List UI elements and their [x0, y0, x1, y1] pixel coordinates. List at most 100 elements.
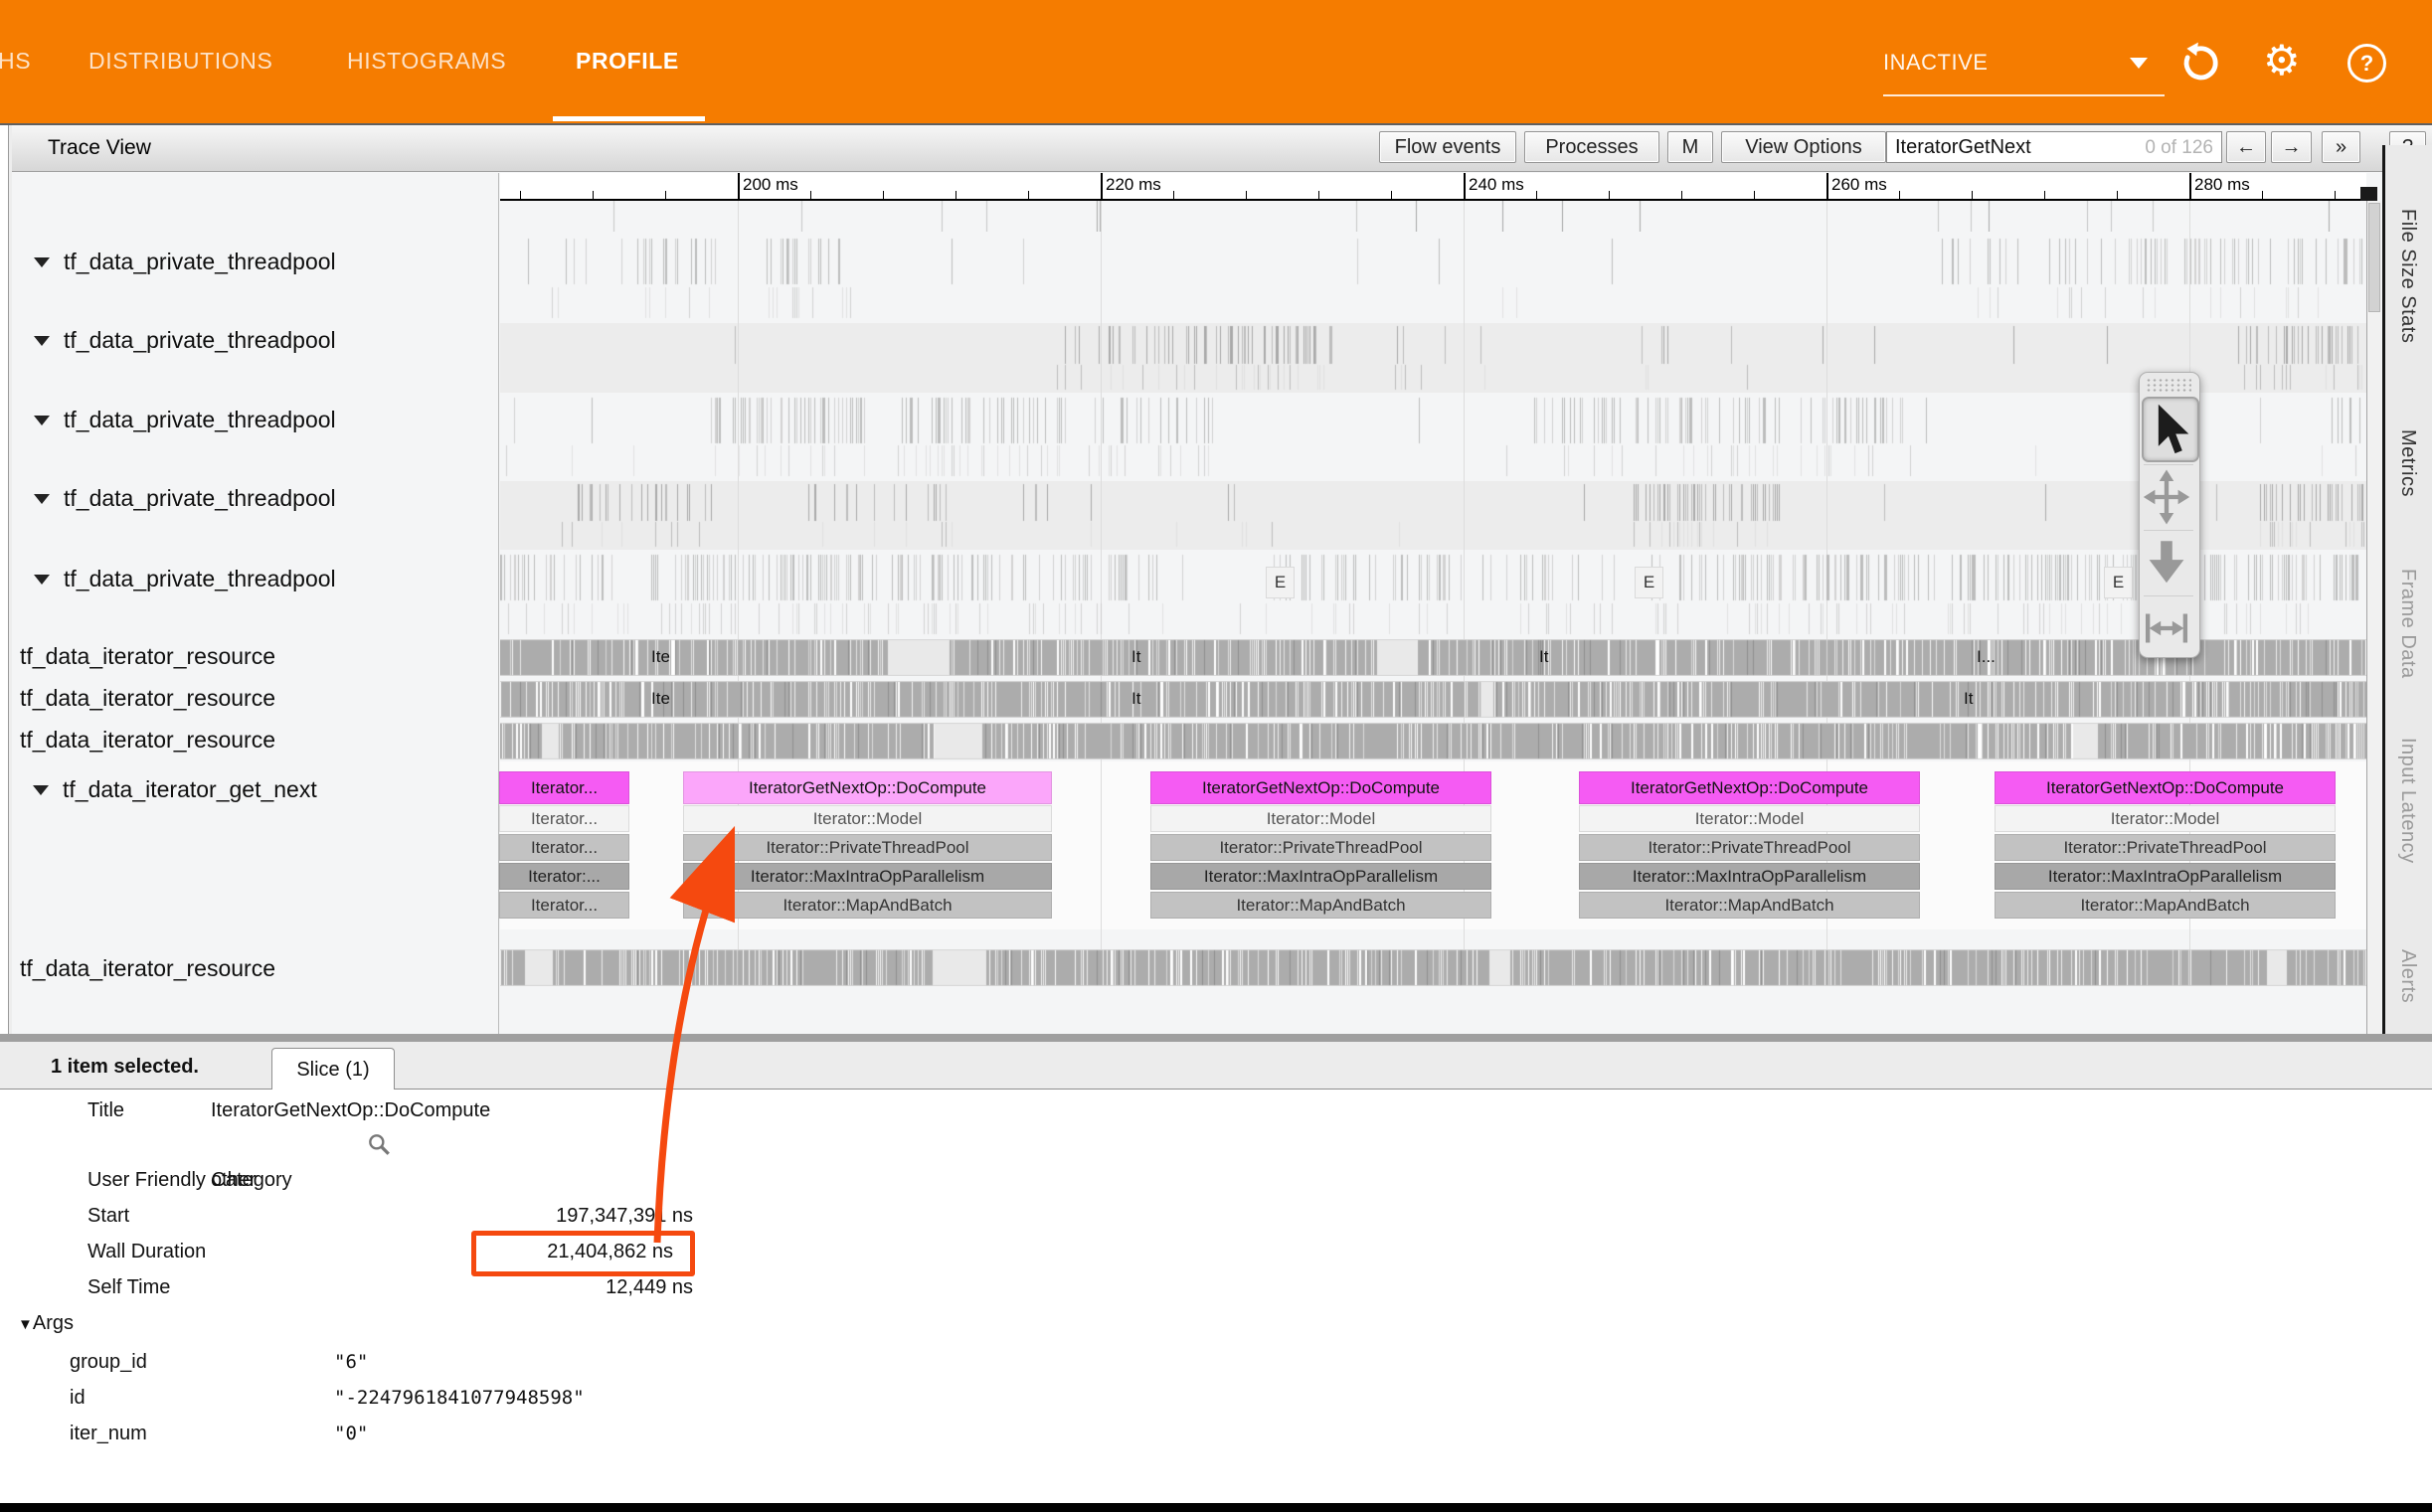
track-name-tf_data_private_threadpool[interactable]: tf_data_private_threadpool [34, 485, 336, 512]
dense-event-track[interactable] [500, 681, 2366, 718]
slice-do-compute[interactable]: Iterator... [499, 771, 629, 804]
slice-label: Iterator::PrivateThreadPool [766, 838, 968, 857]
tab-graphs[interactable]: HS [0, 48, 31, 75]
tab-distributions[interactable]: DISTRIBUTIONS [88, 48, 272, 75]
track-name-tf_data_private_threadpool[interactable]: tf_data_private_threadpool [34, 327, 336, 354]
collapse-triangle-icon[interactable] [34, 575, 50, 585]
magnifier-icon[interactable] [366, 1131, 392, 1157]
track-name-tf_data_iterator_resource[interactable]: tf_data_iterator_resource [20, 643, 275, 670]
slice-nested[interactable]: Iterator::MapAndBatch [683, 892, 1052, 919]
processes-button[interactable]: Processes [1524, 131, 1659, 163]
view-options-button[interactable]: View Options [1721, 131, 1886, 163]
run-selector[interactable]: INACTIVE [1883, 50, 1988, 76]
track-name-tf_data_iterator_get_next[interactable]: tf_data_iterator_get_next [33, 776, 317, 803]
async-event-marker[interactable]: E [1635, 567, 1663, 598]
timeline-ruler[interactable]: 200 ms220 ms240 ms260 ms280 ms [500, 173, 2366, 201]
select-tool-button[interactable] [2142, 397, 2199, 462]
async-event-marker[interactable]: E [1266, 567, 1295, 598]
slice-nested[interactable]: Iterator::MaxIntraOpParallelism [1995, 863, 2336, 890]
slice-nested[interactable]: Iterator::PrivateThreadPool [1150, 834, 1491, 861]
event-tick-track[interactable] [500, 395, 2366, 479]
slice-nested[interactable]: Iterator::MaxIntraOpParallelism [1150, 863, 1491, 890]
slice-tab[interactable]: Slice (1) [271, 1048, 395, 1091]
vertical-scrollbar[interactable] [2366, 201, 2381, 1034]
slice-nested[interactable]: Iterator::MaxIntraOpParallelism [683, 863, 1052, 890]
event-tick-track[interactable] [500, 481, 2366, 550]
search-input[interactable]: IteratorGetNext 0 of 126 [1886, 131, 2222, 163]
tab-input-latency[interactable]: Input Latency [2396, 738, 2419, 864]
collapse-triangle-icon[interactable] [34, 494, 50, 504]
tab-frame-data[interactable]: Frame Data [2396, 569, 2419, 679]
collapse-triangle-icon[interactable] [34, 257, 50, 267]
help-icon[interactable]: ? [2347, 44, 2386, 83]
slice-do-compute[interactable]: IteratorGetNextOp::DoCompute [1579, 771, 1920, 804]
ruler-minor-tick [810, 191, 811, 199]
ruler-major-tick [738, 173, 740, 199]
find-prev-button[interactable]: ← [2226, 131, 2266, 163]
ruler-tick-label: 280 ms [2194, 175, 2250, 195]
event-tick-track[interactable] [500, 552, 2366, 637]
refresh-icon[interactable] [2177, 40, 2223, 85]
zoom-tool-button[interactable] [2142, 534, 2195, 595]
find-next-button[interactable]: → [2271, 131, 2312, 163]
pan-tool-button[interactable] [2142, 468, 2195, 530]
ruler-minor-tick [1681, 191, 1682, 199]
palette-drag-handle[interactable] [2146, 378, 2191, 394]
vertical-scrollbar-thumb[interactable] [2368, 203, 2380, 312]
slice-nested[interactable]: Iterator::MaxIntraOpParallelism [1579, 863, 1920, 890]
slice-nested[interactable]: Iterator... [499, 834, 629, 861]
dense-event-track[interactable] [500, 639, 2366, 676]
active-tab-underline [553, 116, 705, 121]
m-button[interactable]: M [1667, 131, 1713, 163]
track-name-tf_data_iterator_resource[interactable]: tf_data_iterator_resource [20, 685, 275, 712]
tab-file-size-stats[interactable]: File Size Stats [2396, 209, 2419, 343]
slice-nested[interactable]: Iterator::PrivateThreadPool [683, 834, 1052, 861]
slice-nested[interactable]: Iterator::MapAndBatch [1995, 892, 2336, 919]
details-divider[interactable] [0, 1034, 2432, 1042]
tab-histograms[interactable]: HISTOGRAMS [347, 48, 506, 75]
event-tick-track[interactable] [500, 236, 2366, 321]
slice-nested[interactable]: Iterator::PrivateThreadPool [1579, 834, 1920, 861]
dense-event-track[interactable] [500, 949, 2366, 986]
slice-nested[interactable]: Iterator::Model [1995, 805, 2336, 832]
tab-alerts[interactable]: Alerts [2396, 949, 2419, 1003]
trace-view-title: Trace View [48, 136, 151, 160]
collapse-triangle-icon[interactable] [33, 785, 49, 795]
arg-value: "0" [334, 1423, 368, 1444]
slice-nested[interactable]: Iterator:... [499, 863, 629, 890]
slice-nested[interactable]: Iterator::Model [683, 805, 1052, 832]
track-name-tf_data_private_threadpool[interactable]: tf_data_private_threadpool [34, 566, 336, 592]
chevron-down-icon[interactable] [2130, 58, 2148, 69]
flow-events-button[interactable]: Flow events [1379, 131, 1516, 163]
slice-nested[interactable]: Iterator::PrivateThreadPool [1995, 834, 2336, 861]
slice-nested[interactable]: Iterator... [499, 892, 629, 919]
slice-nested[interactable]: Iterator::MapAndBatch [1150, 892, 1491, 919]
track-name-tf_data_private_threadpool[interactable]: tf_data_private_threadpool [34, 249, 336, 275]
event-tick-track[interactable] [500, 201, 2366, 232]
collapse-triangle-icon[interactable] [34, 336, 50, 346]
slice-nested[interactable]: Iterator... [499, 805, 629, 832]
ruler-minor-tick [1391, 191, 1392, 199]
slice-label: Iterator::MaxIntraOpParallelism [2048, 867, 2282, 886]
track-name-tf_data_private_threadpool[interactable]: tf_data_private_threadpool [34, 407, 336, 433]
track-name-tf_data_iterator_resource[interactable]: tf_data_iterator_resource [20, 955, 275, 982]
gear-icon[interactable]: ⚙ [2263, 38, 2301, 84]
slice-do-compute[interactable]: IteratorGetNextOp::DoCompute [683, 771, 1052, 804]
expand-button[interactable]: » [2322, 131, 2360, 163]
tab-profile[interactable]: PROFILE [576, 48, 679, 75]
event-tick-track[interactable] [500, 323, 2366, 393]
track-name-tf_data_iterator_resource[interactable]: tf_data_iterator_resource [20, 727, 275, 754]
slice-nested[interactable]: Iterator::Model [1150, 805, 1491, 832]
tab-metrics[interactable]: Metrics [2396, 429, 2419, 497]
slice-do-compute[interactable]: IteratorGetNextOp::DoCompute [1995, 771, 2336, 804]
timing-tool-button[interactable] [2142, 599, 2195, 661]
args-toggle[interactable]: ▼Args [18, 1312, 74, 1335]
async-event-marker[interactable]: E [2104, 567, 2133, 598]
start-label: Start [87, 1205, 129, 1228]
collapse-triangle-icon[interactable] [34, 416, 50, 425]
slice-nested[interactable]: Iterator::MapAndBatch [1579, 892, 1920, 919]
ruler-minor-tick [955, 191, 956, 199]
dense-event-track[interactable] [500, 723, 2366, 759]
slice-nested[interactable]: Iterator::Model [1579, 805, 1920, 832]
slice-do-compute[interactable]: IteratorGetNextOp::DoCompute [1150, 771, 1491, 804]
